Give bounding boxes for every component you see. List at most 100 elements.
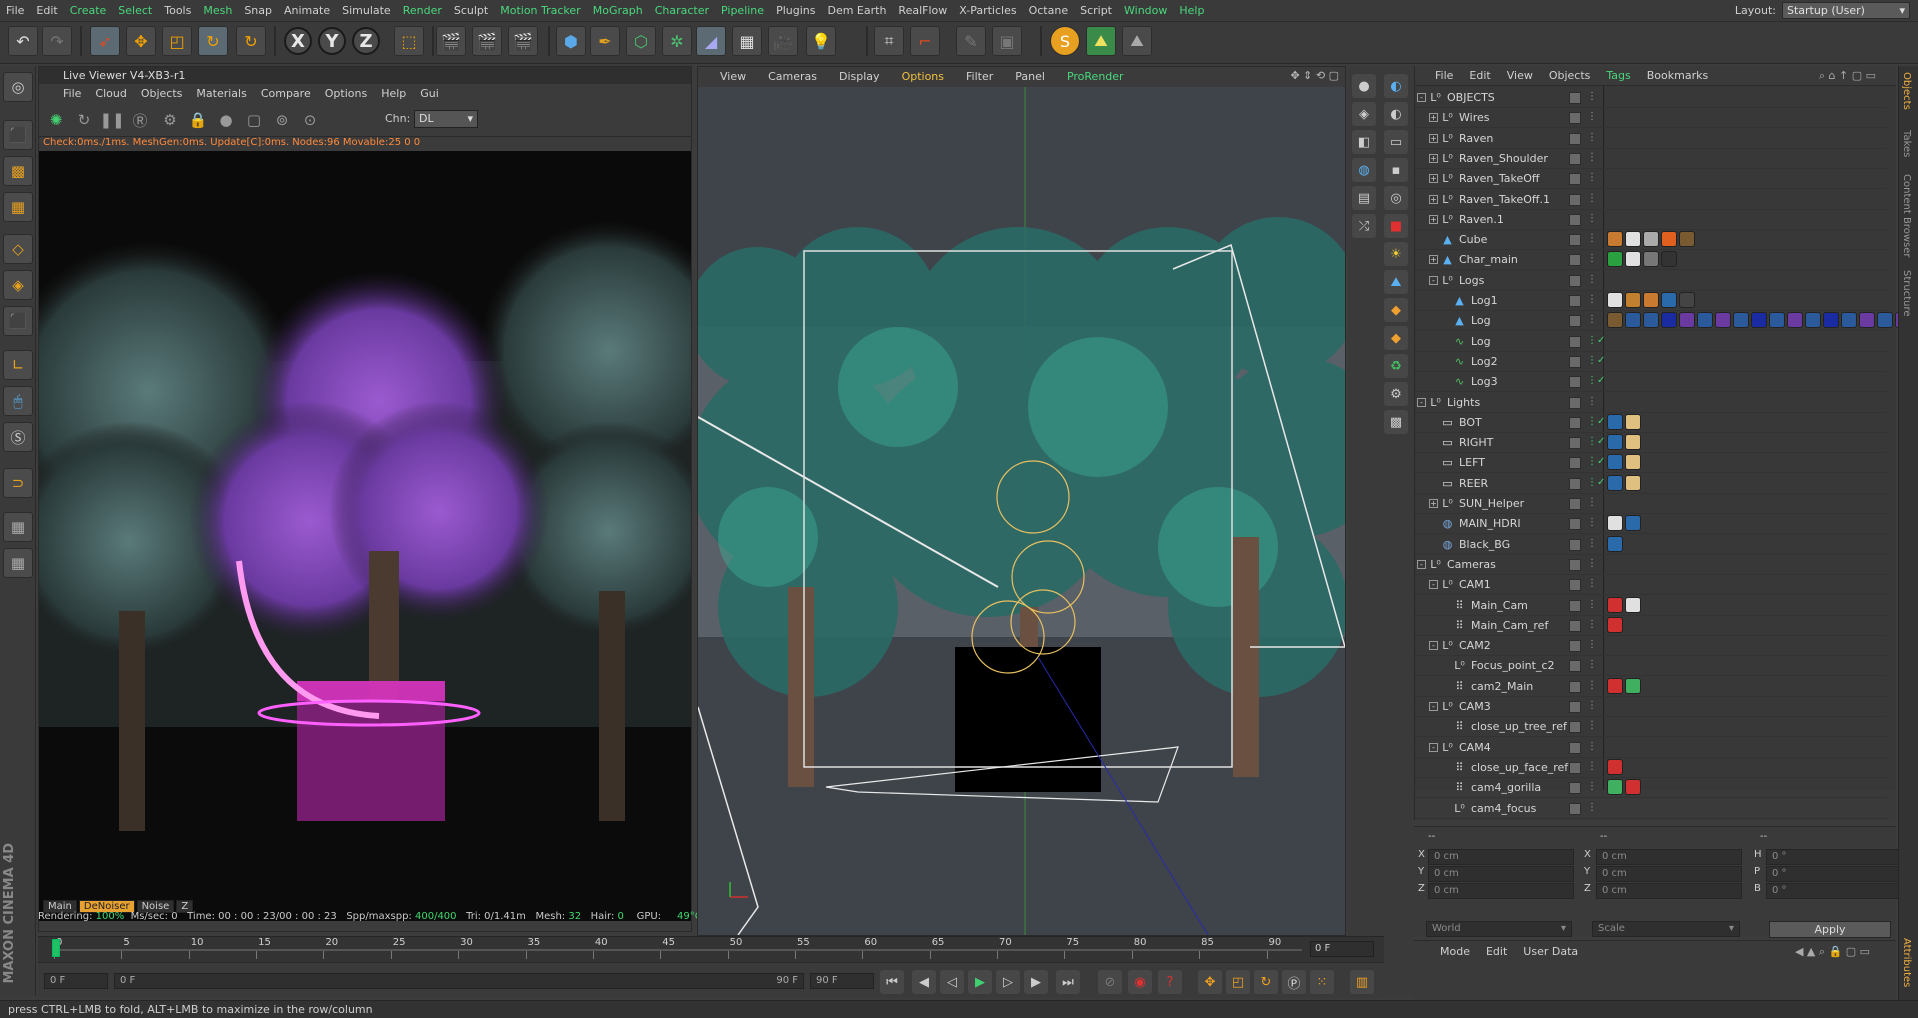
mode-select[interactable]: Scale ▾ [1592,921,1740,937]
tag-icon[interactable] [1715,312,1731,329]
lv-menu-file[interactable]: File [63,87,81,100]
lv-menu-gui[interactable]: Gui [420,87,439,100]
key-position-button[interactable]: ✥ [1198,970,1222,994]
tag-icon[interactable] [1607,251,1623,268]
tag-icon[interactable] [1643,292,1659,308]
timeline-window-button[interactable]: ▥ [1350,970,1374,994]
edit-toggle-icon[interactable] [1569,295,1581,307]
space-select[interactable]: World ▾ [1426,921,1572,937]
visibility-dots-icon[interactable]: ⋮ [1587,193,1597,204]
timeline[interactable]: 051015202530354045505560657075808590 0 F [38,936,1384,962]
polygons-mode-button[interactable]: ⬛ [3,306,33,336]
camera-button[interactable]: 🎥 [768,26,798,56]
collapse-icon[interactable]: - [1429,580,1438,590]
edit-toggle-icon[interactable] [1569,619,1581,632]
pause-render-button[interactable]: ❚❚ [99,109,124,131]
shading-toggle-button[interactable]: ◧ [1352,130,1376,154]
object-row[interactable]: ▭ RIGHT ⋮✓ [1415,433,1887,454]
redo-button[interactable]: ↷ [42,26,72,56]
make-editable-button[interactable]: ◎ [3,72,33,102]
select-tool-button[interactable]: ➶ [90,26,120,56]
visibility-dots-icon[interactable]: ⋮ [1587,497,1597,508]
apply-button[interactable]: Apply [1769,921,1891,938]
menu-mesh[interactable]: Mesh [197,0,238,17]
object-row[interactable]: + ▲ Char_main ⋮ [1415,250,1887,271]
tag-icon[interactable] [1661,292,1677,308]
recycle-button[interactable]: ♻ [1384,354,1408,378]
visibility-dots-icon[interactable]: ⋮ [1587,700,1597,711]
lv-menu-objects[interactable]: Objects [141,87,183,100]
tag-icon[interactable] [1607,758,1623,775]
tag-icon[interactable] [1697,312,1713,329]
pick-focus-button[interactable]: ⊚ [271,109,293,131]
tag-icon[interactable] [1607,779,1623,796]
stage-light-button[interactable]: ▪ [1384,158,1408,182]
tweak-mode-button[interactable]: 🖱 [3,386,33,416]
collapse-icon[interactable]: - [1429,275,1438,285]
snap-button[interactable]: ⊃ [3,468,33,498]
am-menu-mode[interactable]: Mode [1440,945,1470,958]
edit-toggle-icon[interactable] [1569,92,1581,104]
vp-menu-filter[interactable]: Filter [966,70,993,84]
edit-toggle-icon[interactable] [1569,579,1581,592]
search-icon[interactable]: ⌕ ⌂ ↑ ▢ ▭ [1819,69,1876,82]
object-row[interactable]: ⠿ Main_Cam ⋮ [1415,596,1887,616]
go-to-end-button[interactable]: ⏭ [1056,970,1080,994]
menu-x-particles[interactable]: X-Particles [953,0,1022,17]
tag-icon[interactable] [1643,231,1659,248]
object-row[interactable]: ∿ Log2 ⋮✓ [1415,352,1887,372]
visibility-dots-icon[interactable]: ⋮ [1587,781,1597,792]
tag-icon[interactable] [1643,251,1659,268]
om-menu-tags[interactable]: Tags [1606,69,1630,82]
prev-key-button[interactable]: ◀ [912,970,936,994]
coord-value-field[interactable]: 0 cm [1428,866,1574,882]
autokey-button[interactable]: ? [1158,970,1182,994]
nav-arrows-icon[interactable]: ◀ ▲ ⌕ 🔒 ▢ ▭ [1795,945,1870,958]
scale-tool-button[interactable]: ◰ [162,26,192,56]
om-menu-objects[interactable]: Objects [1549,69,1591,82]
object-row[interactable]: - L⁰ Logs ⋮ [1415,271,1887,291]
vp-menu-display[interactable]: Display [839,70,880,84]
object-row[interactable]: + L⁰ Raven_TakeOff ⋮ [1415,169,1887,190]
tag-icon[interactable] [1859,312,1875,329]
edit-toggle-icon[interactable] [1569,477,1581,490]
tag-icon[interactable] [1625,779,1641,796]
visibility-dots-icon[interactable]: ⋮ [1587,132,1597,143]
visibility-dots-icon[interactable]: ⋮ [1587,91,1597,102]
menu-render[interactable]: Render [397,0,448,17]
edit-toggle-icon[interactable] [1569,315,1581,328]
edit-toggle-icon[interactable] [1569,396,1581,409]
edit-toggle-icon[interactable] [1569,416,1581,429]
enabled-check-icon[interactable]: ⋮✓ [1587,335,1605,346]
visibility-dots-icon[interactable]: ⋮ [1587,172,1597,183]
script-plugin-button[interactable]: S [1050,26,1080,56]
menu-script[interactable]: Script [1074,0,1118,17]
tag-icon[interactable] [1607,535,1623,552]
tag-icon[interactable] [1607,616,1623,633]
object-row[interactable]: ⠿ cam2_Main ⋮ [1415,677,1887,697]
deformer-button[interactable]: ◢ [696,26,726,56]
coord-value-field[interactable]: 0 ° [1766,883,1912,899]
workplane-lock-button[interactable]: ▦ [3,512,33,542]
object-row[interactable]: + L⁰ Raven.1 ⋮ [1415,210,1887,230]
environment-button[interactable]: ⛰ [1384,270,1408,294]
pen-spline-button[interactable]: ✒ [590,26,620,56]
object-row[interactable]: ◍ Black_BG ⋮ [1415,535,1887,555]
object-row[interactable]: - L⁰ CAM2 ⋮ [1415,636,1887,657]
am-menu-user-data[interactable]: User Data [1523,945,1578,958]
object-row[interactable]: - L⁰ Lights ⋮ [1415,393,1887,413]
tag-icon[interactable] [1607,677,1623,694]
edit-toggle-icon[interactable] [1569,721,1581,734]
om-menu-view[interactable]: View [1507,69,1533,82]
layout-select[interactable]: Startup (User) ▾ [1782,2,1910,19]
edit-toggle-icon[interactable] [1569,558,1581,571]
object-row[interactable]: ▲ Cube ⋮ [1415,230,1887,251]
visibility-dots-icon[interactable]: ⋮ [1587,233,1597,244]
points-mode-button[interactable]: ◇ [3,234,33,264]
tag-icon[interactable] [1607,454,1623,471]
object-row[interactable]: - L⁰ CAM4 ⋮ [1415,738,1887,758]
am-menu-edit[interactable]: Edit [1486,945,1507,958]
edit-toggle-icon[interactable] [1569,680,1581,693]
tag-icon[interactable] [1607,312,1623,329]
tag-icon[interactable] [1607,474,1623,491]
